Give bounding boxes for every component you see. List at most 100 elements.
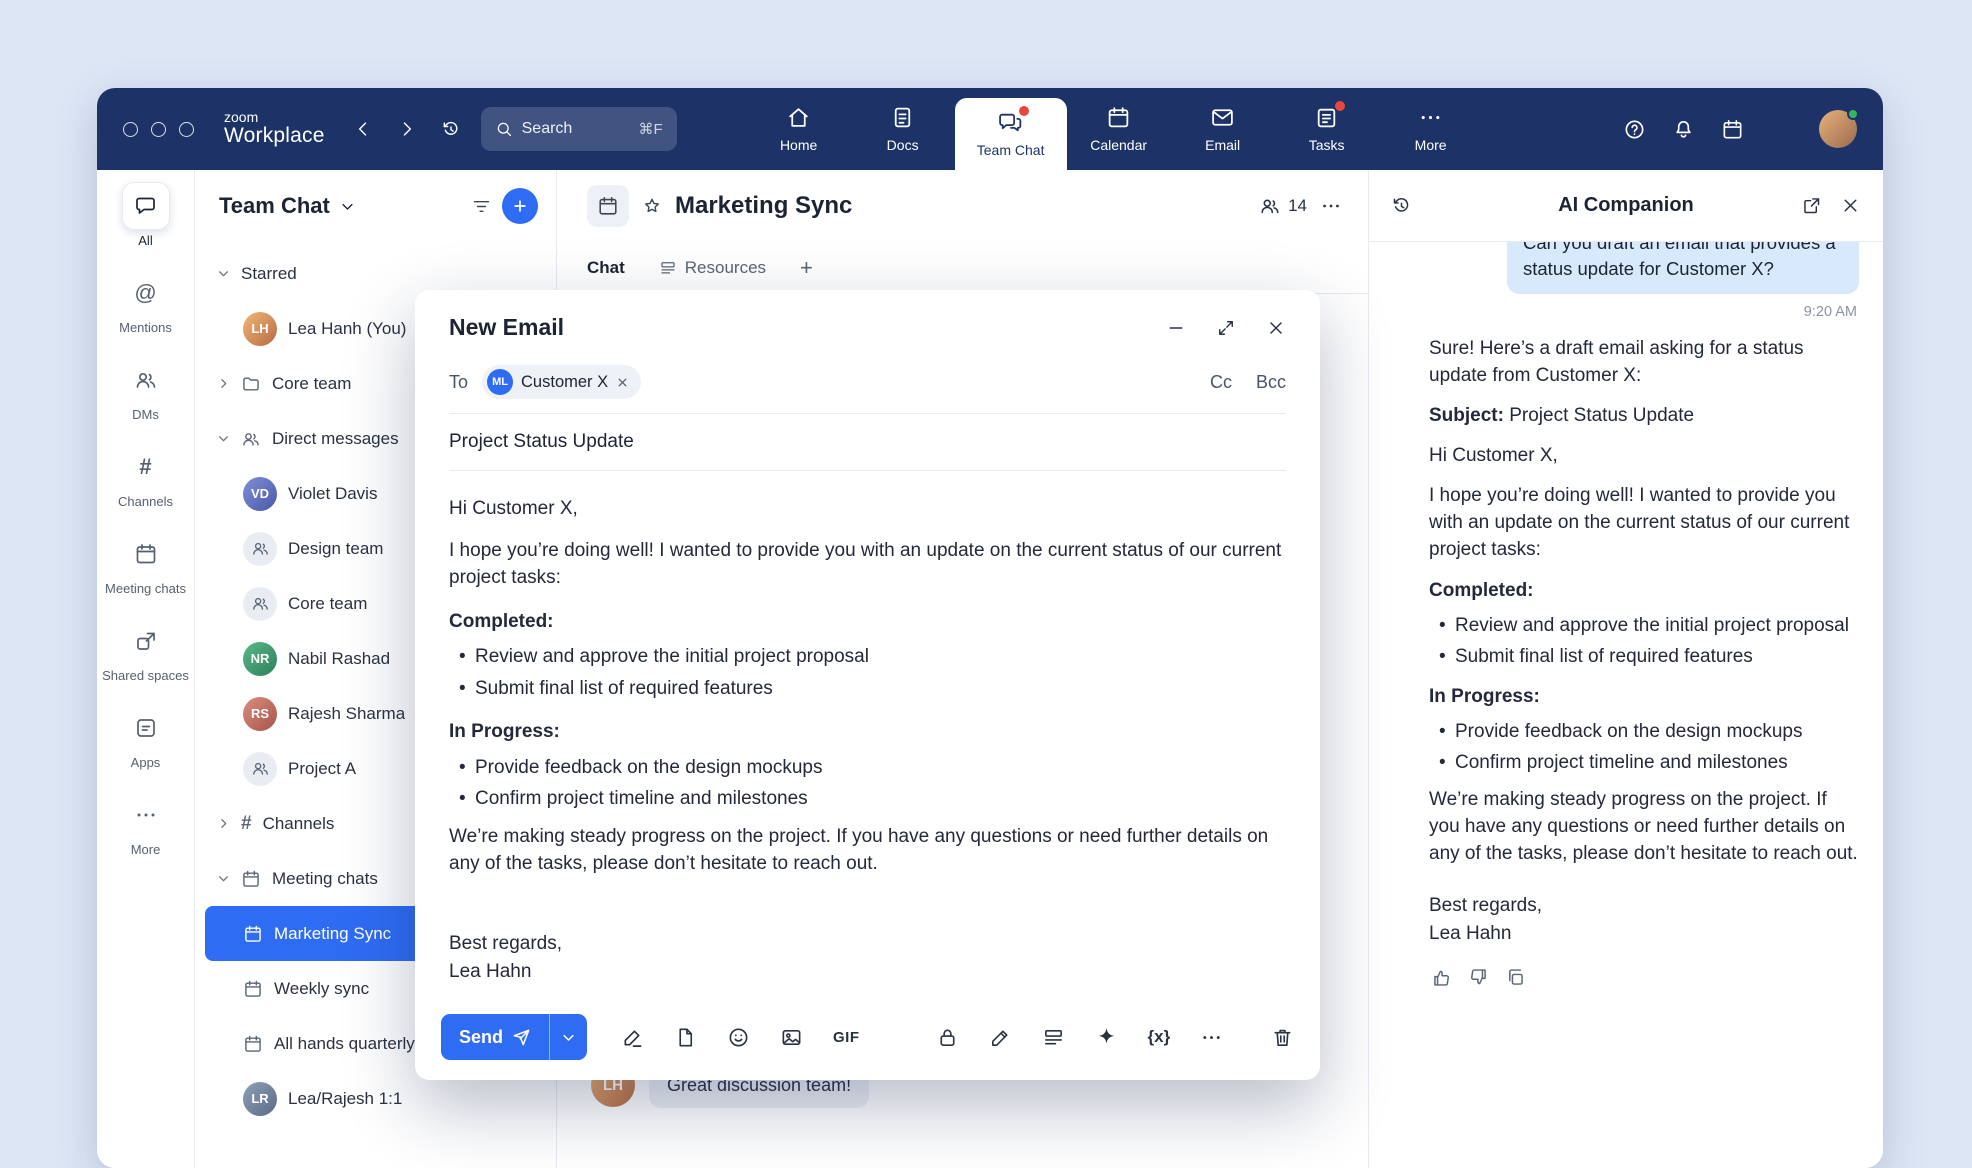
rail-item-shared-spaces[interactable]: Shared spaces bbox=[101, 617, 191, 684]
signature-icon[interactable] bbox=[621, 1026, 644, 1049]
history-icon[interactable] bbox=[1391, 195, 1412, 216]
minimize-icon[interactable] bbox=[1166, 318, 1186, 338]
chat-more-button[interactable] bbox=[1320, 195, 1342, 217]
notifications-bell-icon[interactable] bbox=[1672, 118, 1695, 141]
email-body-editor[interactable]: Hi Customer X, I hope you’re doing well!… bbox=[415, 471, 1320, 1080]
add-tab-button[interactable]: + bbox=[800, 255, 813, 281]
nav-docs[interactable]: Docs bbox=[851, 88, 955, 170]
recipient-chip[interactable]: ML Customer X bbox=[482, 365, 641, 399]
thumbs-up-icon[interactable] bbox=[1431, 967, 1452, 988]
search-placeholder: Search bbox=[522, 120, 630, 138]
rail-item-meeting-chats[interactable]: Meeting chats bbox=[101, 530, 191, 597]
rail-item-more[interactable]: More bbox=[101, 791, 191, 858]
emoji-icon[interactable] bbox=[727, 1026, 750, 1049]
item-label: Weekly sync bbox=[274, 979, 369, 999]
email-toolbar: Send GIF {x} bbox=[441, 1014, 1294, 1060]
edit-icon[interactable] bbox=[989, 1026, 1012, 1049]
list-item: Submit final list of required features bbox=[1435, 644, 1859, 671]
nav-home-label: Home bbox=[780, 137, 817, 153]
document-icon[interactable] bbox=[674, 1026, 697, 1049]
bcc-button[interactable]: Bcc bbox=[1256, 372, 1286, 393]
more-icon[interactable] bbox=[1200, 1026, 1223, 1049]
help-icon[interactable] bbox=[1623, 118, 1646, 141]
calendar-icon bbox=[241, 869, 261, 889]
group-avatar bbox=[243, 587, 277, 621]
signature: Lea Hahn bbox=[1429, 920, 1859, 948]
in-progress-heading: In Progress: bbox=[1429, 684, 1859, 711]
window-traffic-lights[interactable] bbox=[123, 122, 194, 137]
nav-more[interactable]: More bbox=[1379, 88, 1483, 170]
signature-block: Best regards, Lea Hahn bbox=[449, 930, 1286, 985]
chevron-down-icon[interactable] bbox=[340, 199, 355, 214]
ai-body-intro: I hope you’re doing well! I wanted to pr… bbox=[1429, 483, 1859, 564]
rail-item-apps[interactable]: Apps bbox=[101, 704, 191, 771]
rail-item-all[interactable]: All bbox=[101, 182, 191, 249]
history-icon[interactable] bbox=[441, 119, 461, 139]
search-icon bbox=[495, 120, 513, 138]
lock-icon[interactable] bbox=[936, 1026, 959, 1049]
chat-tabs: Chat Resources + bbox=[557, 242, 1368, 294]
new-chat-button[interactable] bbox=[502, 188, 538, 224]
cc-button[interactable]: Cc bbox=[1210, 372, 1232, 393]
people-icon bbox=[134, 368, 158, 392]
more-icon bbox=[1418, 105, 1443, 130]
remove-recipient-icon[interactable] bbox=[616, 376, 629, 389]
zoom-window-button[interactable] bbox=[179, 122, 194, 137]
nav-tasks[interactable]: Tasks bbox=[1275, 88, 1379, 170]
tab-chat[interactable]: Chat bbox=[587, 242, 625, 293]
completed-list: Review and approve the initial project p… bbox=[449, 643, 1286, 702]
close-icon[interactable] bbox=[1266, 318, 1286, 338]
close-window-button[interactable] bbox=[123, 122, 138, 137]
list-item: Submit final list of required features bbox=[455, 675, 1286, 703]
send-options-button[interactable] bbox=[549, 1014, 587, 1060]
star-button[interactable] bbox=[642, 196, 662, 216]
tab-resources[interactable]: Resources bbox=[659, 242, 766, 293]
signature: Lea Hahn bbox=[449, 958, 1286, 986]
resources-icon bbox=[659, 259, 677, 277]
ai-greeting: Hi Customer X, bbox=[1429, 443, 1859, 470]
subject-input[interactable]: Project Status Update bbox=[449, 414, 1286, 471]
docs-icon bbox=[890, 105, 915, 130]
user-message-bubble: Can you draft an email that provides a s… bbox=[1507, 242, 1859, 294]
item-label: Violet Davis bbox=[288, 484, 377, 504]
variables-button[interactable]: {x} bbox=[1148, 1027, 1171, 1047]
image-icon[interactable] bbox=[780, 1026, 803, 1049]
rail-item-mentions[interactable]: Mentions bbox=[101, 269, 191, 336]
rail-item-channels[interactable]: Channels bbox=[101, 443, 191, 510]
search-input[interactable]: Search ⌘F bbox=[481, 107, 677, 151]
copy-icon[interactable] bbox=[1505, 967, 1526, 988]
ai-companion-sparkle-icon[interactable] bbox=[1770, 118, 1793, 141]
expand-icon[interactable] bbox=[1216, 318, 1236, 338]
thumbs-down-icon[interactable] bbox=[1468, 967, 1489, 988]
forward-icon[interactable] bbox=[397, 119, 417, 139]
completed-heading: Completed: bbox=[449, 608, 1286, 636]
nav-calendar[interactable]: Calendar bbox=[1067, 88, 1171, 170]
send-button[interactable]: Send bbox=[441, 1014, 549, 1060]
nav-tasks-label: Tasks bbox=[1309, 137, 1345, 153]
members-button[interactable]: 14 bbox=[1259, 195, 1307, 217]
to-field[interactable]: To ML Customer X Cc Bcc bbox=[449, 359, 1286, 414]
discard-draft-button[interactable] bbox=[1271, 1026, 1294, 1049]
nav-home[interactable]: Home bbox=[747, 88, 851, 170]
list-item: Review and approve the initial project p… bbox=[1435, 613, 1859, 640]
ai-sparkle-icon[interactable] bbox=[1095, 1026, 1118, 1049]
subject-value: Project Status Update bbox=[1509, 405, 1694, 426]
user-avatar[interactable] bbox=[1819, 110, 1857, 148]
template-icon[interactable] bbox=[1042, 1026, 1065, 1049]
email-icon bbox=[1210, 105, 1235, 130]
rail-item-dms[interactable]: DMs bbox=[101, 356, 191, 423]
calendar-today-icon[interactable] bbox=[1721, 118, 1744, 141]
people-icon bbox=[251, 759, 270, 778]
nav-team-chat[interactable]: Team Chat bbox=[955, 98, 1067, 170]
nav-email[interactable]: Email bbox=[1171, 88, 1275, 170]
greeting: Hi Customer X, bbox=[449, 495, 1286, 523]
completed-list: Review and approve the initial project p… bbox=[1429, 613, 1859, 671]
minimize-window-button[interactable] bbox=[151, 122, 166, 137]
open-in-new-icon[interactable] bbox=[1801, 195, 1822, 216]
filter-button[interactable] bbox=[471, 196, 492, 217]
zoom-workplace-logo: zoom Workplace bbox=[224, 110, 325, 148]
gif-button[interactable]: GIF bbox=[833, 1029, 860, 1046]
back-icon[interactable] bbox=[353, 119, 373, 139]
close-icon[interactable] bbox=[1840, 195, 1861, 216]
member-count: 14 bbox=[1288, 196, 1307, 216]
